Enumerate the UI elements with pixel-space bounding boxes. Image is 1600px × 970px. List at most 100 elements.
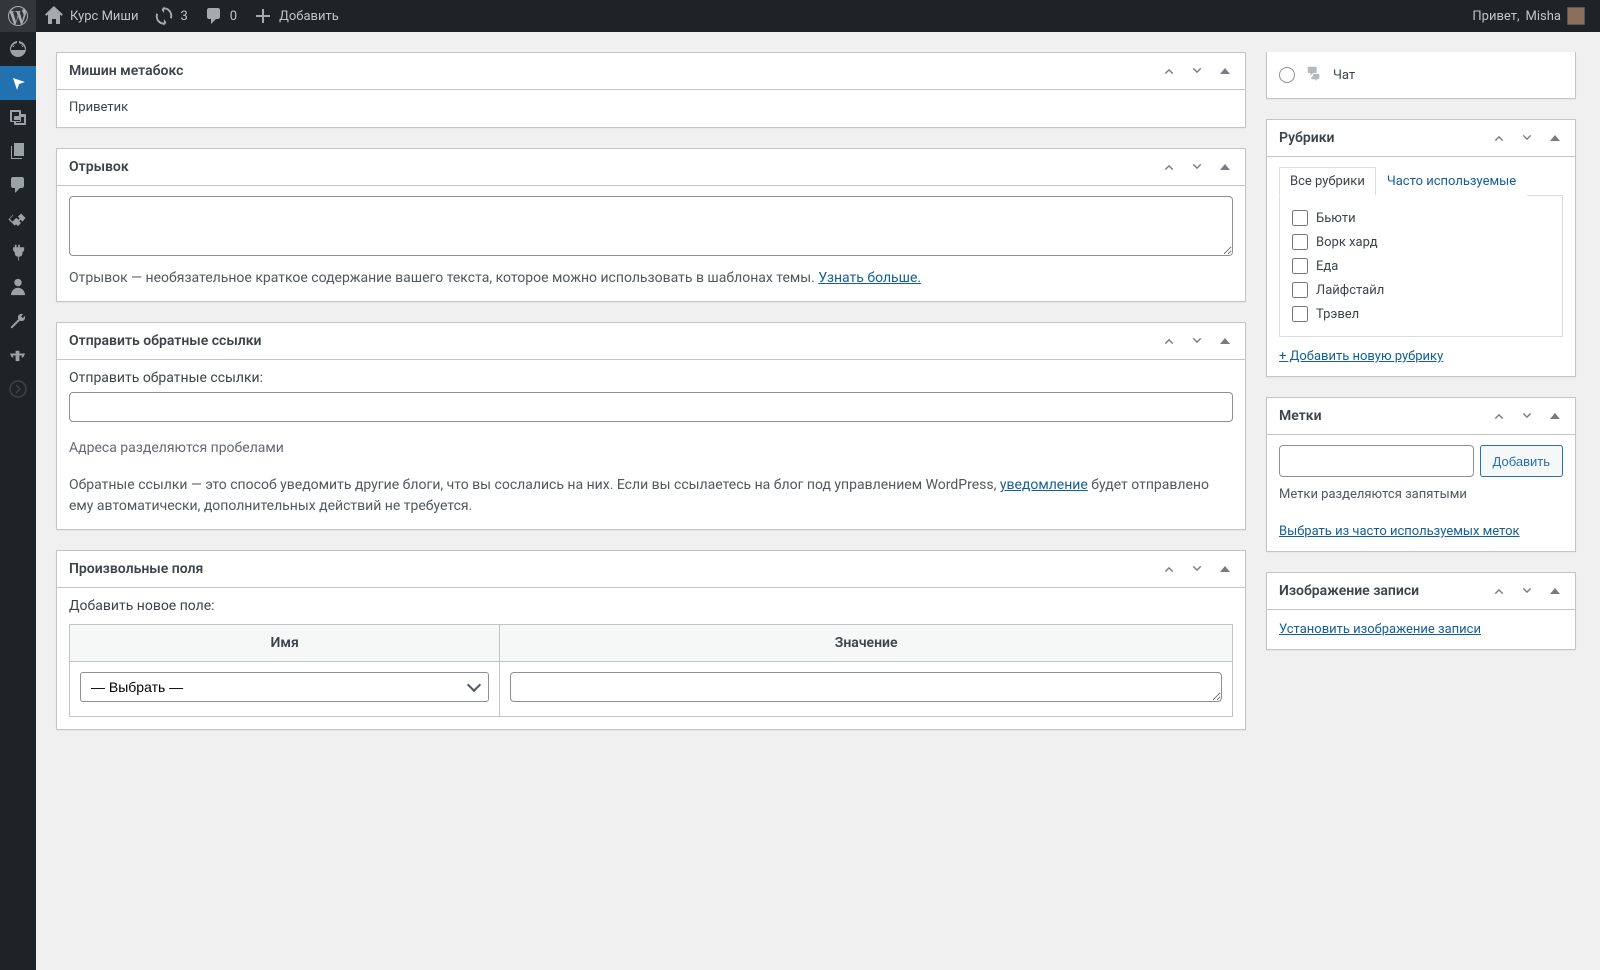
new-content[interactable]: Добавить xyxy=(245,0,347,32)
metabox-title: Отрывок xyxy=(57,149,1155,185)
add-field-label: Добавить новое поле: xyxy=(69,598,1233,614)
learn-more-link[interactable]: Узнать больше. xyxy=(818,270,921,286)
tab-most-used[interactable]: Часто используемые xyxy=(1376,167,1527,196)
comments[interactable]: 0 xyxy=(196,0,245,32)
move-up-button[interactable] xyxy=(1485,124,1513,152)
toggle-button[interactable] xyxy=(1541,402,1569,430)
move-up-button[interactable] xyxy=(1155,555,1183,583)
metabox-header[interactable]: Мишин метабокс xyxy=(57,53,1245,90)
move-up-button[interactable] xyxy=(1485,402,1513,430)
metabox-content: Приветик xyxy=(69,100,128,115)
metabox-trackbacks: Отправить обратные ссылки Отправить обра… xyxy=(56,322,1246,530)
menu-plugins[interactable] xyxy=(0,236,36,270)
handle-actions xyxy=(1155,555,1245,583)
category-item[interactable]: Еда xyxy=(1292,254,1550,278)
metabox-body: Установить изображение записи xyxy=(1267,610,1575,649)
menu-appearance[interactable] xyxy=(0,202,36,236)
move-down-button[interactable] xyxy=(1513,402,1541,430)
metabox-excerpt: Отрывок Отрывок — необязательное краткое… xyxy=(56,148,1246,302)
category-checkbox[interactable] xyxy=(1292,306,1308,322)
wp-logo[interactable] xyxy=(0,0,36,32)
metabox-tags: Метки Добавить Метки разделяются запятым… xyxy=(1266,397,1576,552)
format-chat-row[interactable]: Чат xyxy=(1279,60,1563,90)
menu-comments[interactable] xyxy=(0,168,36,202)
wordpress-icon xyxy=(8,6,28,26)
plus-icon xyxy=(253,6,273,26)
metabox-body: Добавить Метки разделяются запятыми Выбр… xyxy=(1267,435,1575,551)
metabox-custom: Мишин метабокс Приветик xyxy=(56,52,1246,128)
category-item[interactable]: Лайфстайл xyxy=(1292,278,1550,302)
menu-pages[interactable] xyxy=(0,134,36,168)
category-checkbox[interactable] xyxy=(1292,282,1308,298)
category-panel: Бьюти Ворк хард Еда Лайфстайл Трэвел xyxy=(1279,195,1563,337)
adminbar-account[interactable]: Привет, Misha xyxy=(1472,7,1585,25)
menu-collapse[interactable] xyxy=(0,372,36,406)
metabox-header[interactable]: Метки xyxy=(1267,398,1575,435)
howdy-prefix: Привет, xyxy=(1472,9,1519,24)
toggle-button[interactable] xyxy=(1211,153,1239,181)
category-item[interactable]: Трэвел xyxy=(1292,302,1550,326)
col-name: Имя xyxy=(70,625,500,662)
toggle-button[interactable] xyxy=(1541,577,1569,605)
metabox-header[interactable]: Изображение записи xyxy=(1267,573,1575,610)
comment-icon xyxy=(204,6,224,26)
menu-settings[interactable] xyxy=(0,338,36,372)
category-item[interactable]: Бьюти xyxy=(1292,206,1550,230)
set-featured-image-link[interactable]: Установить изображение записи xyxy=(1279,622,1481,637)
move-down-button[interactable] xyxy=(1183,327,1211,355)
metabox-header[interactable]: Отправить обратные ссылки xyxy=(57,323,1245,360)
radio-input[interactable] xyxy=(1279,67,1295,83)
pingback-link[interactable]: уведомление xyxy=(1000,477,1088,493)
menu-tools[interactable] xyxy=(0,304,36,338)
tab-all-categories[interactable]: Все рубрики xyxy=(1279,167,1376,196)
triangle-up-icon xyxy=(1220,68,1230,74)
toggle-button[interactable] xyxy=(1211,57,1239,85)
trackback-input[interactable] xyxy=(69,392,1233,422)
add-new-category-link[interactable]: + Добавить новую рубрику xyxy=(1279,349,1563,364)
metabox-title: Произвольные поля xyxy=(57,551,1155,587)
move-down-button[interactable] xyxy=(1183,153,1211,181)
move-up-button[interactable] xyxy=(1485,577,1513,605)
menu-posts[interactable] xyxy=(0,66,36,100)
meta-key-select[interactable]: — Выбрать — xyxy=(80,672,489,702)
menu-media[interactable] xyxy=(0,100,36,134)
menu-dashboard[interactable] xyxy=(0,32,36,66)
metabox-header[interactable]: Рубрики xyxy=(1267,120,1575,157)
content-wrap: Мишин метабокс Приветик Отрывок xyxy=(36,32,1596,750)
move-down-button[interactable] xyxy=(1183,555,1211,583)
metabox-title: Рубрики xyxy=(1267,120,1485,156)
updates[interactable]: 3 xyxy=(146,0,195,32)
comments-count: 0 xyxy=(230,9,237,24)
category-checkbox[interactable] xyxy=(1292,258,1308,274)
choose-tags-link[interactable]: Выбрать из часто используемых меток xyxy=(1279,524,1563,539)
category-checkbox[interactable] xyxy=(1292,234,1308,250)
move-up-button[interactable] xyxy=(1155,327,1183,355)
move-up-button[interactable] xyxy=(1155,57,1183,85)
metabox-custom-fields: Произвольные поля Добавить новое поле: И… xyxy=(56,550,1246,730)
site-link[interactable]: Курс Миши xyxy=(36,0,146,32)
category-item[interactable]: Ворк хард xyxy=(1292,230,1550,254)
toggle-button[interactable] xyxy=(1211,327,1239,355)
category-label: Трэвел xyxy=(1316,307,1359,322)
move-down-button[interactable] xyxy=(1183,57,1211,85)
trackback-label: Отправить обратные ссылки: xyxy=(69,370,263,386)
move-down-button[interactable] xyxy=(1513,577,1541,605)
toggle-button[interactable] xyxy=(1211,555,1239,583)
metabox-title: Мишин метабокс xyxy=(57,53,1155,89)
add-tag-button[interactable]: Добавить xyxy=(1480,445,1563,477)
updates-count: 3 xyxy=(180,9,187,24)
meta-value-textarea[interactable] xyxy=(510,672,1222,702)
update-icon xyxy=(154,6,174,26)
move-down-button[interactable] xyxy=(1513,124,1541,152)
category-label: Лайфстайл xyxy=(1316,283,1384,298)
metabox-header[interactable]: Отрывок xyxy=(57,149,1245,186)
menu-users[interactable] xyxy=(0,270,36,304)
metabox-header[interactable]: Произвольные поля xyxy=(57,551,1245,588)
category-checkbox[interactable] xyxy=(1292,210,1308,226)
custom-fields-table: Имя Значение — Выбрать — xyxy=(69,624,1233,717)
toggle-button[interactable] xyxy=(1541,124,1569,152)
move-up-button[interactable] xyxy=(1155,153,1183,181)
new-tag-input[interactable] xyxy=(1279,445,1474,477)
trackback-hint: Адреса разделяются пробелами xyxy=(69,438,1233,459)
excerpt-textarea[interactable] xyxy=(69,196,1233,256)
